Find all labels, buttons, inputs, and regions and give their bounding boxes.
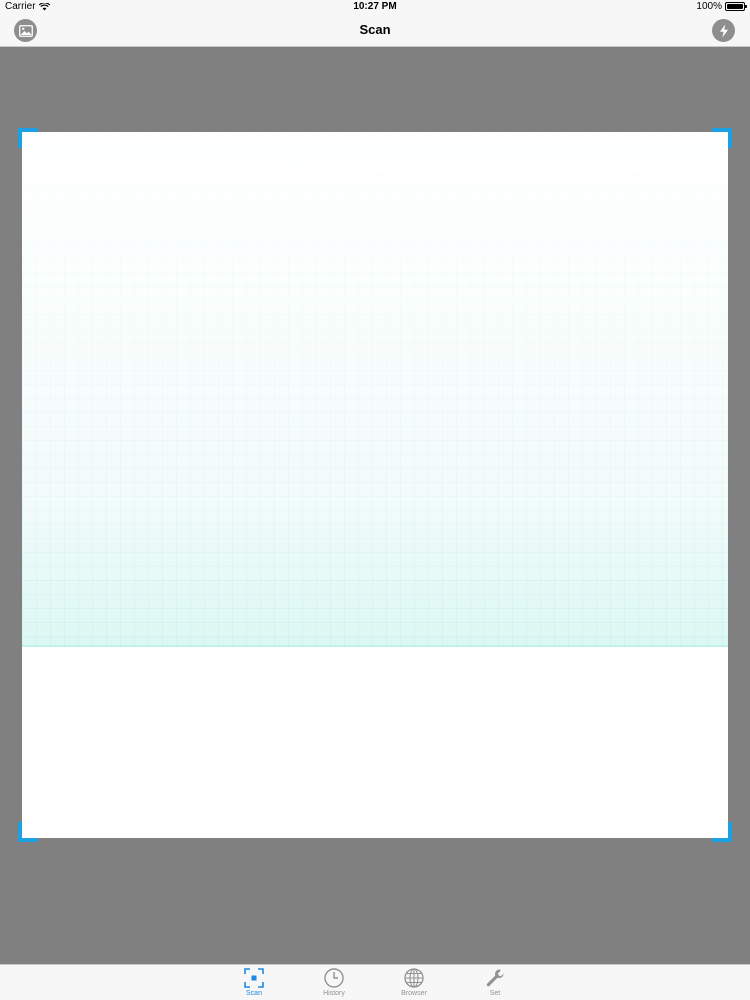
scan-grid: [22, 132, 728, 647]
scanner-viewport: [0, 47, 750, 964]
tab-bar: Scan History Browser Set: [0, 964, 750, 1000]
battery-icon: [725, 2, 747, 11]
tab-scan[interactable]: Scan: [224, 967, 284, 999]
status-right: 100%: [696, 1, 747, 12]
corner-marker-bottom-left: [18, 822, 38, 842]
scan-icon: [244, 968, 264, 988]
tab-label: Browser: [401, 990, 427, 997]
scan-line: [22, 645, 728, 647]
page-title: Scan: [359, 22, 391, 37]
tab-label: Set: [489, 990, 501, 997]
clock-icon: [324, 968, 344, 988]
tab-set[interactable]: Set: [465, 967, 525, 999]
corner-marker-top-left: [18, 128, 38, 148]
tab-browser[interactable]: Browser: [384, 967, 444, 999]
globe-icon: [404, 968, 424, 988]
flash-toggle-button[interactable]: [712, 19, 735, 42]
corner-marker-bottom-right: [712, 822, 732, 842]
tab-history[interactable]: History: [304, 967, 364, 999]
flash-icon: [719, 24, 728, 37]
tab-label: History: [323, 990, 345, 997]
status-bar: Carrier 10:27 PM 100%: [0, 0, 750, 14]
corner-marker-top-right: [712, 128, 732, 148]
battery-label: 100%: [696, 1, 722, 12]
tab-label: Scan: [246, 990, 262, 997]
scan-frame: [22, 132, 728, 838]
nav-bar: Scan: [0, 14, 750, 47]
status-time: 10:27 PM: [353, 1, 397, 12]
battery-fill: [727, 4, 743, 9]
wrench-icon: [486, 969, 504, 987]
